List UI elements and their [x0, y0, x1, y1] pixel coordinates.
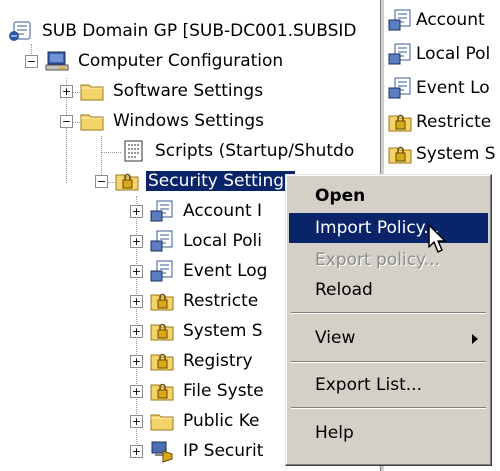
- menu-item-view[interactable]: View: [289, 323, 488, 353]
- tree-item-label: Security Settings: [145, 170, 296, 192]
- tree-item-sub-domain-gp[interactable]: SUB Domain GP [SUB-DC001.SUBSID: [8, 16, 358, 46]
- tree-item-registry[interactable]: + Registry: [130, 346, 255, 376]
- tree-item-account-policies[interactable]: + Account I: [130, 196, 264, 226]
- tree-item-restricted-groups[interactable]: + Restricte: [130, 286, 260, 316]
- tree-item-event-log[interactable]: + Event Log: [130, 256, 269, 286]
- tree-item-local-policies[interactable]: + Local Poli: [130, 226, 264, 256]
- list-item-label: Local Pol: [416, 44, 491, 64]
- expand-icon[interactable]: +: [130, 444, 143, 458]
- locked-folder-icon: [387, 142, 413, 166]
- locked-folder-icon: [149, 379, 175, 403]
- expand-icon[interactable]: +: [130, 384, 143, 398]
- policy-icon: [387, 76, 413, 100]
- expand-icon[interactable]: +: [60, 84, 73, 98]
- folder-icon: [79, 79, 105, 103]
- tree-item-label: Event Log: [183, 261, 268, 281]
- tree-item-label: Computer Configuration: [78, 51, 284, 71]
- expand-icon[interactable]: +: [130, 264, 143, 278]
- locked-folder-icon: [387, 110, 413, 134]
- expand-icon[interactable]: +: [130, 414, 143, 428]
- tree-item-label: Restricte: [183, 291, 259, 311]
- tree-item-label: Software Settings: [113, 81, 264, 101]
- tree-item-label: Public Ke: [183, 411, 260, 431]
- policy-icon: [387, 42, 413, 66]
- menu-item-export-policy: Export policy...: [315, 250, 440, 270]
- mouse-pointer-icon: [428, 224, 450, 259]
- tree-item-software-settings[interactable]: + Software Settings: [60, 76, 265, 106]
- gpo-scroll-icon: [8, 19, 34, 43]
- tree-item-computer-configuration[interactable]: − Computer Configuration: [25, 46, 285, 76]
- expand-icon[interactable]: +: [130, 204, 143, 218]
- tree-item-public-key-policies[interactable]: + Public Ke: [130, 406, 261, 436]
- expand-icon[interactable]: +: [130, 354, 143, 368]
- expand-icon[interactable]: +: [130, 324, 143, 338]
- locked-folder-icon: [149, 349, 175, 373]
- menu-separator: [291, 361, 486, 363]
- list-item[interactable]: Local Pol: [387, 40, 490, 68]
- tree-item-system-services[interactable]: + System S: [130, 316, 265, 346]
- tree-item-windows-settings[interactable]: − Windows Settings: [60, 106, 266, 136]
- tree-item-label: File Syste: [183, 381, 264, 401]
- context-menu: Open Import Policy... Export policy... R…: [285, 174, 492, 466]
- list-item[interactable]: Event Lo: [387, 74, 490, 102]
- security-folder-icon: [114, 169, 140, 193]
- ip-security-icon: [149, 439, 175, 463]
- tree-item-label: Account I: [183, 201, 263, 221]
- collapse-icon[interactable]: −: [95, 174, 108, 188]
- collapse-icon[interactable]: −: [25, 54, 38, 68]
- menu-separator: [291, 312, 486, 314]
- locked-folder-icon: [149, 319, 175, 343]
- tree-item-file-system[interactable]: + File Syste: [130, 376, 266, 406]
- folder-icon: [149, 409, 175, 433]
- expand-icon[interactable]: +: [130, 234, 143, 248]
- mmc-window: SUB Domain GP [SUB-DC001.SUBSID − Comput…: [0, 0, 500, 471]
- tree-item-label: Windows Settings: [113, 111, 265, 131]
- script-icon: [121, 139, 147, 163]
- expand-icon[interactable]: +: [130, 294, 143, 308]
- folder-icon: [79, 109, 105, 133]
- list-item[interactable]: Account: [387, 6, 485, 34]
- tree-item-label: System S: [183, 321, 263, 341]
- tree-item-label: Local Poli: [183, 231, 262, 251]
- tree-item-scripts[interactable]: Scripts (Startup/Shutdo: [121, 136, 356, 166]
- policy-icon: [149, 229, 175, 253]
- policy-icon: [149, 259, 175, 283]
- policy-icon: [387, 8, 413, 32]
- tree-item-label: Scripts (Startup/Shutdo: [155, 141, 355, 161]
- menu-item-import-policy[interactable]: Import Policy...: [289, 213, 488, 243]
- list-item[interactable]: Restricte: [387, 108, 491, 136]
- computer-icon: [44, 49, 70, 73]
- tree-item-label: IP Securit: [183, 441, 264, 461]
- tree-item-ip-security[interactable]: + IP Securit: [130, 436, 265, 466]
- list-item-label: System S: [416, 144, 496, 164]
- list-item-label: Restricte: [416, 112, 492, 132]
- menu-item-export-list[interactable]: Export List...: [289, 370, 488, 400]
- collapse-icon[interactable]: −: [60, 114, 73, 128]
- tree-item-security-settings[interactable]: − Security Settings: [95, 166, 296, 196]
- list-item[interactable]: System S: [387, 140, 496, 168]
- locked-folder-icon: [149, 289, 175, 313]
- menu-item-view-label: View: [315, 328, 356, 348]
- policy-icon: [149, 199, 175, 223]
- submenu-arrow-icon: [472, 334, 478, 344]
- menu-item-help[interactable]: Help: [289, 418, 488, 448]
- menu-separator: [291, 407, 486, 409]
- menu-item-reload[interactable]: Reload: [289, 275, 488, 305]
- tree-item-label: SUB Domain GP [SUB-DC001.SUBSID: [42, 21, 357, 41]
- menu-item-open[interactable]: Open: [289, 181, 488, 211]
- list-item-label: Account: [416, 10, 485, 30]
- list-item-label: Event Lo: [416, 78, 490, 98]
- tree-item-label: Registry: [183, 351, 253, 371]
